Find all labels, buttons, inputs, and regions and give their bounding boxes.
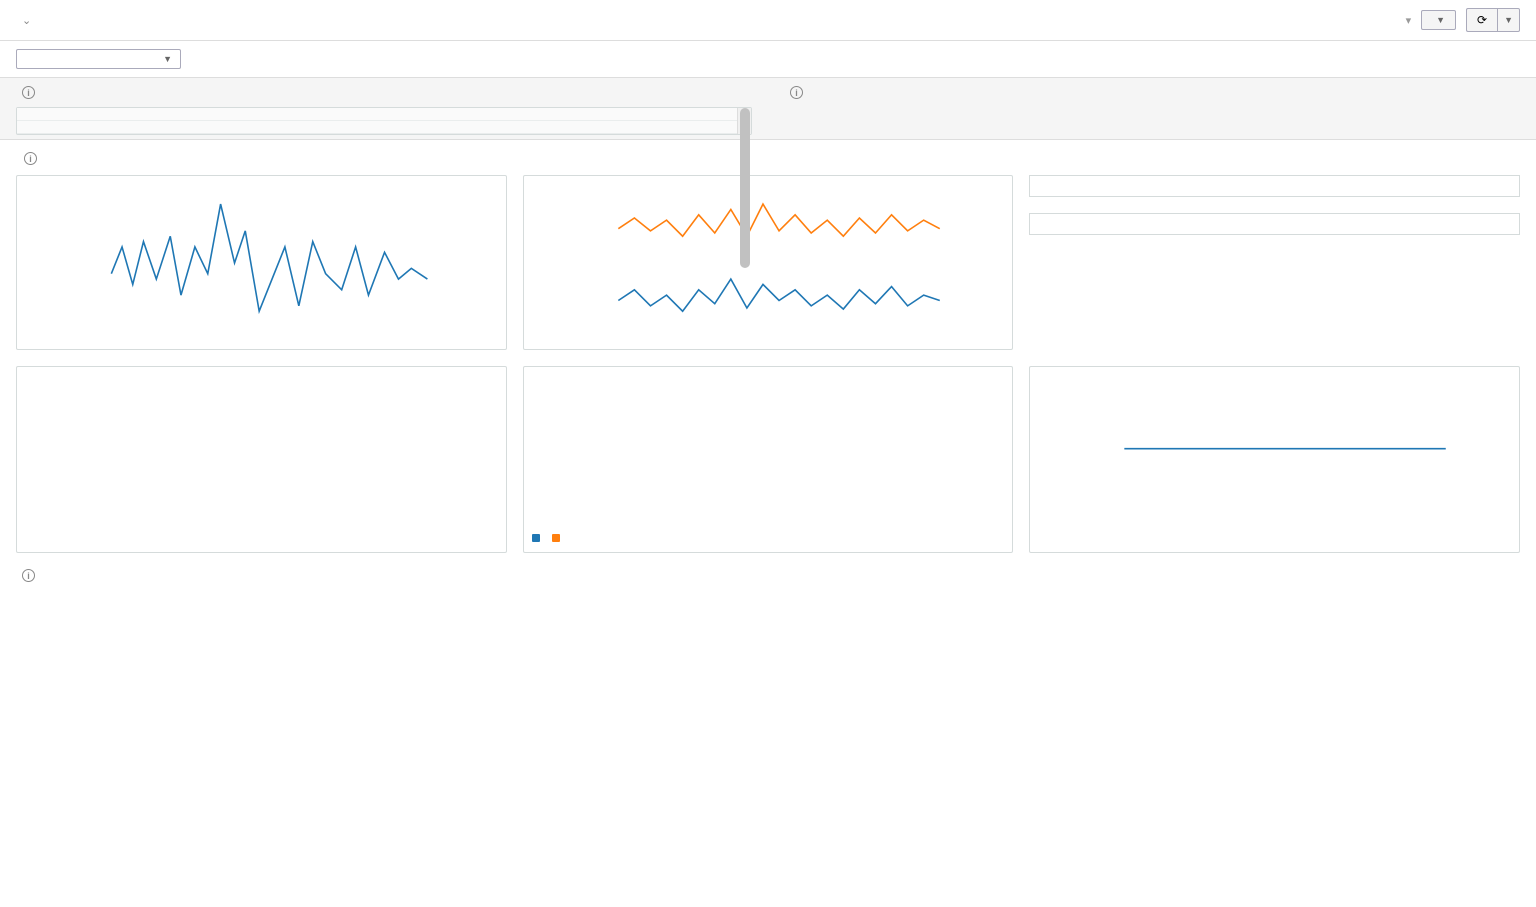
col-status[interactable] <box>17 121 507 134</box>
scrollbar-thumb[interactable] <box>740 108 750 268</box>
alarms-header: i <box>784 86 1520 99</box>
dash-custom-metrics-5[interactable] <box>16 366 507 553</box>
actions-button[interactable]: ▼ <box>1421 10 1456 30</box>
scrollbar[interactable] <box>737 108 751 134</box>
services-heading <box>17 108 737 121</box>
dash-custom-metric-2[interactable] <box>523 175 1014 350</box>
dash-custom-metric-3[interactable] <box>1029 366 1520 553</box>
col-insufficient[interactable] <box>583 121 660 134</box>
refresh-button[interactable]: ⟳ <box>1466 8 1497 32</box>
resource-selector[interactable]: ▼ <box>16 49 181 69</box>
info-icon[interactable]: i <box>24 152 37 165</box>
chart-cm2 <box>532 188 1005 338</box>
refresh-options-button[interactable]: ▼ <box>1497 8 1520 32</box>
col-ok[interactable] <box>660 121 737 134</box>
info-icon[interactable]: i <box>22 569 35 582</box>
dashboard-title: i <box>16 152 1520 165</box>
summary-header: i <box>16 86 752 99</box>
chart-cms2 <box>532 379 1005 529</box>
chart-cm5 <box>25 379 498 529</box>
services-table <box>17 108 737 134</box>
info-icon[interactable]: i <box>22 86 35 99</box>
col-alarm[interactable] <box>507 121 584 134</box>
time-custom[interactable]: ▾ <box>1406 14 1412 27</box>
chevron-down-icon[interactable]: ⌄ <box>22 14 31 27</box>
dash-custom-metric-3-number[interactable] <box>1029 213 1520 235</box>
chart-cm3 <box>1038 379 1511 529</box>
time-range: ▾ <box>1350 14 1412 27</box>
cross-service-header: i <box>16 569 1520 582</box>
info-icon[interactable]: i <box>790 86 803 99</box>
dash-custom-metric-1[interactable] <box>16 175 507 350</box>
chart-cm1 <box>25 188 498 338</box>
dash-custom-metrics-2-area[interactable] <box>523 366 1014 553</box>
dash-custom-metric-1-number[interactable] <box>1029 175 1520 197</box>
header: ⌄ ▾ ▼ ⟳ ▼ <box>0 0 1536 41</box>
resource-row: ▼ <box>0 41 1536 77</box>
